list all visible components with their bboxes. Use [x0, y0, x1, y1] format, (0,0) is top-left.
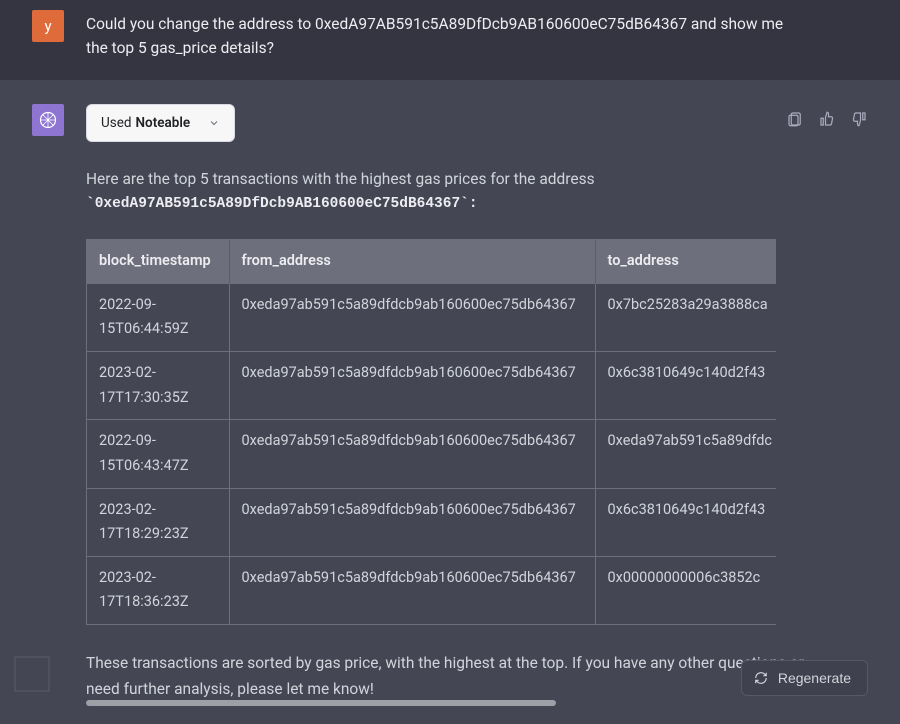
cell-timestamp: 2022-09-15T06:44:59Z [87, 283, 229, 351]
user-message-row: y Could you change the address to 0xedA9… [0, 0, 900, 80]
refresh-icon [754, 671, 768, 685]
transactions-table: block_timestamp from_address to_address … [87, 240, 776, 624]
user-message-text: Could you change the address to 0xedA97A… [86, 10, 806, 60]
intro-text: Here are the top 5 transactions with the… [86, 166, 806, 192]
cell-timestamp: 2023-02-17T18:36:23Z [87, 556, 229, 624]
cell-to: 0x00000000006c3852c [595, 556, 776, 624]
assistant-message-block: Used Noteable Here are the top 5 transac… [0, 80, 900, 724]
plugin-used-chip[interactable]: Used Noteable [86, 104, 235, 142]
table-row: 2022-09-15T06:44:59Z 0xeda97ab591c5a89df… [87, 283, 776, 351]
user-avatar: y [32, 10, 64, 42]
regenerate-label: Regenerate [778, 670, 851, 686]
table-row: 2023-02-17T18:29:23Z 0xeda97ab591c5a89df… [87, 488, 776, 556]
cell-from: 0xeda97ab591c5a89dfdcb9ab160600ec75db643… [229, 488, 595, 556]
table-row: 2023-02-17T17:30:35Z 0xeda97ab591c5a89df… [87, 351, 776, 419]
cell-to: 0xeda97ab591c5a89dfdc [595, 420, 776, 488]
clipboard-icon[interactable] [786, 110, 804, 128]
watermark-box [14, 656, 50, 692]
cell-from: 0xeda97ab591c5a89dfdcb9ab160600ec75db643… [229, 283, 595, 351]
thumbs-down-icon[interactable] [850, 110, 868, 128]
col-header-to: to_address [595, 240, 776, 283]
address-code: `0xedA97AB591c5A89DfDcb9AB160600eC75dB64… [86, 192, 806, 217]
cell-timestamp: 2023-02-17T18:29:23Z [87, 488, 229, 556]
col-header-from: from_address [229, 240, 595, 283]
cell-timestamp: 2022-09-15T06:43:47Z [87, 420, 229, 488]
message-actions [786, 110, 868, 128]
openai-icon [38, 110, 58, 130]
cell-from: 0xeda97ab591c5a89dfdcb9ab160600ec75db643… [229, 351, 595, 419]
table-row: 2023-02-17T18:36:23Z 0xeda97ab591c5a89df… [87, 556, 776, 624]
horizontal-scrollbar[interactable] [86, 700, 556, 706]
cell-timestamp: 2023-02-17T17:30:35Z [87, 351, 229, 419]
cell-from: 0xeda97ab591c5a89dfdcb9ab160600ec75db643… [229, 420, 595, 488]
table-row: 2022-09-15T06:43:47Z 0xeda97ab591c5a89df… [87, 420, 776, 488]
regenerate-button[interactable]: Regenerate [741, 660, 868, 696]
assistant-body: Here are the top 5 transactions with the… [86, 166, 806, 702]
cell-to: 0x7bc25283a29a3888ca [595, 283, 776, 351]
cell-to: 0x6c3810649c140d2f43 [595, 488, 776, 556]
plugin-used-prefix: Used [101, 115, 132, 131]
table-header-row: block_timestamp from_address to_address [87, 240, 776, 283]
cell-to: 0x6c3810649c140d2f43 [595, 351, 776, 419]
assistant-avatar [32, 104, 64, 136]
assistant-header: Used Noteable [32, 104, 868, 142]
col-header-timestamp: block_timestamp [87, 240, 229, 283]
footer-text: These transactions are sorted by gas pri… [86, 651, 806, 702]
chevron-down-icon [208, 117, 220, 129]
thumbs-up-icon[interactable] [818, 110, 836, 128]
plugin-name: Noteable [136, 115, 191, 131]
cell-from: 0xeda97ab591c5a89dfdcb9ab160600ec75db643… [229, 556, 595, 624]
transactions-table-wrap: block_timestamp from_address to_address … [86, 239, 776, 625]
